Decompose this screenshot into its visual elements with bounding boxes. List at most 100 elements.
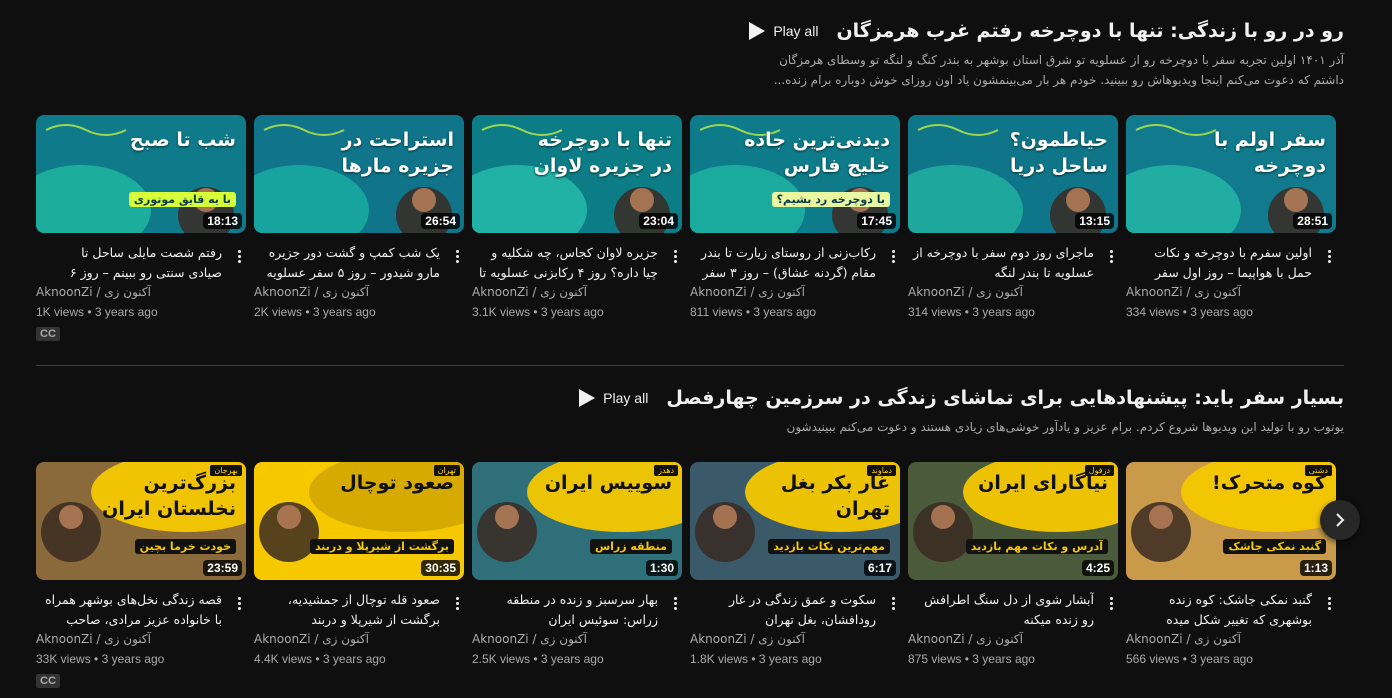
channel-name[interactable]: AknoonZi / آکنون زی xyxy=(36,285,151,299)
video-title[interactable]: آبشار شوی از دل سنگ اطرافش رو زنده میکنه xyxy=(908,590,1094,630)
section-description-line: آذر ۱۴۰۱ اولین تجربه سفر با دوچرخه رو از… xyxy=(779,53,1344,67)
more-options-icon[interactable] xyxy=(1104,245,1118,267)
section-description-line: یوتوب رو با تولید این ویدیوها شروع کردم.… xyxy=(786,420,1344,434)
view-count: 811 views xyxy=(690,305,743,319)
video-title-line: حمل با هواپیما – روز اول سفر xyxy=(1154,265,1312,280)
video-title-line: عسلویه تا بندر لنگه xyxy=(994,265,1094,280)
video-thumbnail[interactable]: سفر اولم با دوچرخه 28:51 xyxy=(1126,115,1336,233)
more-options-icon[interactable] xyxy=(232,245,246,267)
duration-badge: 28:51 xyxy=(1293,213,1332,229)
video-title[interactable]: ماجرای روز دوم سفر با دوچرخه از عسلویه ت… xyxy=(908,243,1094,283)
video-title[interactable]: یک شب کمپ و گشت دور جزیره مارو شیدور – ر… xyxy=(254,243,440,283)
video-title[interactable]: گنبد نمکی جاشک: کوه زنده بوشهری که تغییر… xyxy=(1126,590,1312,630)
video-title[interactable]: قصه زندگی نخل‌های بوشهر همراه با خانواده… xyxy=(36,590,222,630)
video-stats: 1.8K views • 3 years ago xyxy=(690,652,822,666)
channel-name[interactable]: AknoonZi / آکنون زی xyxy=(254,285,369,299)
channel-name[interactable]: AknoonZi / آکنون زی xyxy=(1126,632,1241,646)
video-thumbnail[interactable]: دزفول نیاگارای ایران آدرس و نکات مهم باز… xyxy=(908,462,1118,580)
video-title-line: جزیره لاوان کجاس، چه شکلیه و xyxy=(491,245,658,260)
video-title-line: اولین سفرم با دوچرخه و نکات xyxy=(1154,245,1312,260)
video-title-line: رودافشان، بغل تهران xyxy=(765,612,876,627)
view-count: 1.8K views xyxy=(690,652,749,666)
channel-name[interactable]: AknoonZi / آکنون زی xyxy=(254,632,369,646)
video-row: شب تا صبح با یه قایق موتوری 18:13 رفتم ش… xyxy=(36,115,1336,345)
duration-badge: 4:25 xyxy=(1081,560,1114,576)
video-title[interactable]: بهار سرسبز و زنده در منطقه زراس: سوئیس ا… xyxy=(472,590,658,630)
video-title-line: زراس: سوئیس ایران xyxy=(548,612,658,627)
video-title[interactable]: صعود قله توچال از جمشیدیه، برگشت از شیرپ… xyxy=(254,590,440,630)
thumbnail-subtitle: با دوچرخه رد بشیم؟ xyxy=(771,192,890,207)
video-title-line: ماجرای روز دوم سفر با دوچرخه از xyxy=(913,245,1094,260)
more-options-icon[interactable] xyxy=(450,245,464,267)
upload-age: 3 years ago xyxy=(753,305,817,319)
view-count: 2.5K views xyxy=(472,652,531,666)
video-thumbnail[interactable]: بهرجان بزرگ‌ترین نخلستان ایران خودت خرما… xyxy=(36,462,246,580)
section-description-line: داشتم که دعوت می‌کنم اینجا ویدیوهاش رو ب… xyxy=(773,73,1344,87)
thumbnail-subtitle: منطقه زراس xyxy=(589,539,672,554)
channel-name[interactable]: AknoonZi / آکنون زی xyxy=(1126,285,1241,299)
view-count: 3.1K views xyxy=(472,305,531,319)
video-title-line: صیادی سنتی رو ببینم – روز ۶ xyxy=(69,265,222,280)
section-title[interactable]: بسیار سفر باید: پیشنهادهایی برای تماشای … xyxy=(666,387,1344,409)
video-stats: 314 views • 3 years ago xyxy=(908,305,1035,319)
duration-badge: 1:30 xyxy=(645,560,678,576)
channel-name[interactable]: AknoonZi / آکنون زی xyxy=(690,285,805,299)
video-title-line: چیا داره؟ روز ۴ رکابزنی عسلویه تا xyxy=(479,265,658,280)
video-title[interactable]: جزیره لاوان کجاس، چه شکلیه و چیا داره؟ ر… xyxy=(472,243,658,283)
video-thumbnail[interactable]: حیاطمون؟ ساحل دریا 13:15 xyxy=(908,115,1118,233)
video-thumbnail[interactable]: تنها با دوچرخه در جزیره لاوان 23:04 xyxy=(472,115,682,233)
upload-age: 3 years ago xyxy=(540,652,604,666)
section-header: رو در رو با زندگی: تنها با دوچرخه رفتم غ… xyxy=(36,20,1344,94)
video-title[interactable]: رکاب‌زنی از روستای زیارت تا بندر مقام (گ… xyxy=(690,243,876,283)
play-all-label: Play all xyxy=(773,23,819,39)
more-options-icon[interactable] xyxy=(668,592,682,614)
video-title-line: آبشار شوی از دل سنگ اطرافش xyxy=(924,592,1094,607)
video-title-line: رکاب‌زنی از روستای زیارت تا بندر xyxy=(700,245,876,260)
video-thumbnail[interactable]: تهران صعود توچال برگشت از شیرپلا و دربند… xyxy=(254,462,464,580)
section-description: یوتوب رو با تولید این ویدیوها شروع کردم.… xyxy=(624,417,1344,437)
video-title-line: یک شب کمپ و گشت دور جزیره xyxy=(268,245,440,260)
more-options-icon[interactable] xyxy=(668,245,682,267)
video-title[interactable]: اولین سفرم با دوچرخه و نکات حمل با هواپی… xyxy=(1126,243,1312,283)
view-count: 4.4K views xyxy=(254,652,313,666)
thumbnail-title: حیاطمون؟ ساحل دریا xyxy=(1009,129,1108,177)
next-button[interactable] xyxy=(1320,500,1360,540)
view-count: 566 views xyxy=(1126,652,1180,666)
play-all-button[interactable]: Play all xyxy=(749,22,818,40)
video-thumbnail[interactable]: استراحت در جزیره مارها 26:54 xyxy=(254,115,464,233)
channel-name[interactable]: AknoonZi / آکنون زی xyxy=(908,285,1023,299)
thumbnail-subtitle: برگشت از شیرپلا و دربند xyxy=(309,539,454,554)
more-options-icon[interactable] xyxy=(450,592,464,614)
video-thumbnail[interactable]: دشتی کوه متحرک! گنبد نمکی جاشک 1:13 xyxy=(1126,462,1336,580)
video-thumbnail[interactable]: شب تا صبح با یه قایق موتوری 18:13 xyxy=(36,115,246,233)
video-title-line: مارو شیدور – روز ۵ سفر عسلویه xyxy=(266,265,440,280)
video-thumbnail[interactable]: دیدنی‌ترین جاده خلیج فارس با دوچرخه رد ب… xyxy=(690,115,900,233)
video-row: بهرجان بزرگ‌ترین نخلستان ایران خودت خرما… xyxy=(36,462,1336,692)
duration-badge: 26:54 xyxy=(421,213,460,229)
channel-name[interactable]: AknoonZi / آکنون زی xyxy=(36,632,151,646)
thumbnail-title: نیاگارای ایران xyxy=(978,472,1108,494)
video-title-line: صعود قله توچال از جمشیدیه، xyxy=(287,592,440,607)
play-all-button[interactable]: Play all xyxy=(579,389,648,407)
more-options-icon[interactable] xyxy=(886,245,900,267)
more-options-icon[interactable] xyxy=(1104,592,1118,614)
more-options-icon[interactable] xyxy=(232,592,246,614)
duration-badge: 23:04 xyxy=(639,213,678,229)
video-title[interactable]: سکوت و عمق زندگی در غار رودافشان، بغل ته… xyxy=(690,590,876,630)
separator-dot: • xyxy=(305,305,313,319)
view-count: 334 views xyxy=(1126,305,1180,319)
channel-name[interactable]: AknoonZi / آکنون زی xyxy=(472,285,587,299)
channel-name[interactable]: AknoonZi / آکنون زی xyxy=(908,632,1023,646)
thumbnail-title: کوه متحرک! xyxy=(1212,472,1326,494)
video-title[interactable]: رفتم شصت مایلی ساحل تا صیادی سنتی رو ببی… xyxy=(36,243,222,283)
duration-badge: 17:45 xyxy=(857,213,896,229)
more-options-icon[interactable] xyxy=(886,592,900,614)
video-thumbnail[interactable]: دهدز سوییس ایران منطقه زراس 1:30 xyxy=(472,462,682,580)
channel-name[interactable]: AknoonZi / آکنون زی xyxy=(472,632,587,646)
section-title[interactable]: رو در رو با زندگی: تنها با دوچرخه رفتم غ… xyxy=(836,20,1344,42)
play-icon xyxy=(749,22,766,40)
more-options-icon[interactable] xyxy=(1322,245,1336,267)
more-options-icon[interactable] xyxy=(1322,592,1336,614)
channel-name[interactable]: AknoonZi / آکنون زی xyxy=(690,632,805,646)
video-thumbnail[interactable]: دماوند غار بکر بغل تهران مهم‌ترین نکات ب… xyxy=(690,462,900,580)
